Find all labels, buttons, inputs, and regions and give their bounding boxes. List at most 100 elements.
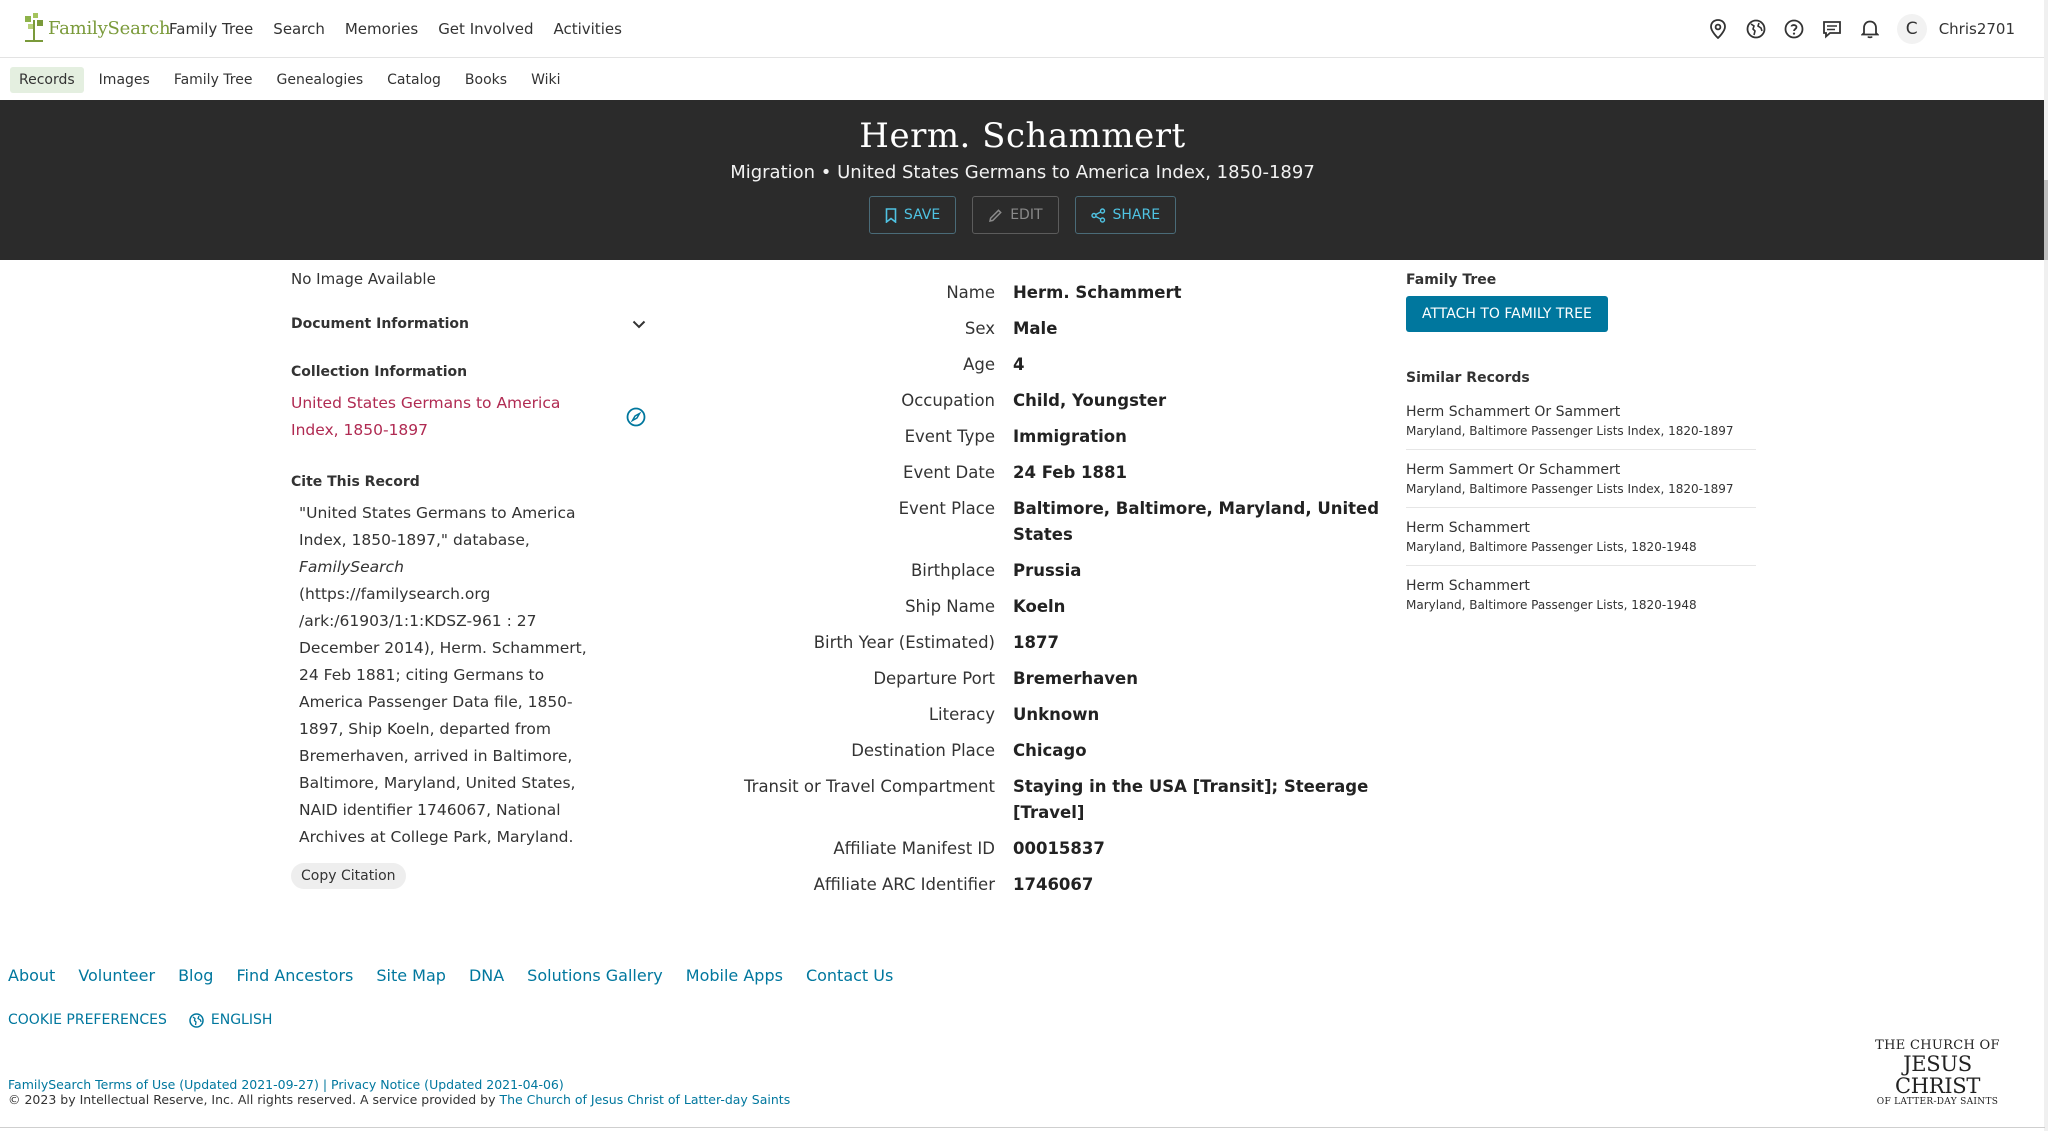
fact-row: Birth Year (Estimated) 1877 (813, 633, 1059, 652)
terms-of-use-link[interactable]: FamilySearch Terms of Use (Updated 2021-… (8, 1077, 319, 1092)
nav-search[interactable]: Search (273, 20, 325, 38)
page-scrollbar[interactable] (2044, 0, 2048, 1131)
footer-mobile-apps-link[interactable]: Mobile Apps (686, 966, 783, 985)
cookie-preferences-link[interactable]: COOKIE PREFERENCES (8, 1012, 167, 1028)
footer-site-map-link[interactable]: Site Map (376, 966, 446, 985)
legal-divider: | (322, 1077, 328, 1092)
nav-activities[interactable]: Activities (553, 20, 621, 38)
legal-links: FamilySearch Terms of Use (Updated 2021-… (8, 1077, 564, 1092)
page-title: Herm. Schammert (859, 116, 1186, 156)
compass-icon[interactable] (626, 407, 646, 427)
footer-links: About Volunteer Blog Find Ancestors Site… (8, 966, 893, 985)
top-header: FamilySearch Family Tree Search Memories… (0, 0, 2045, 58)
nav-memories[interactable]: Memories (345, 20, 418, 38)
fact-row: Literacy Unknown (928, 705, 1100, 724)
footer-contact-us-link[interactable]: Contact Us (806, 966, 893, 985)
citation-text: "United States Germans to America Index,… (299, 504, 587, 846)
footer-dna-link[interactable]: DNA (469, 966, 504, 985)
globe-icon (189, 1012, 204, 1028)
document-information-toggle[interactable]: Document Information (291, 316, 646, 332)
record-actions: SAVE EDIT SHARE (0, 196, 2045, 234)
records-subnav: Records Images Family Tree Genealogies C… (0, 59, 2045, 100)
similar-records: Similar Records Herm Schammert Or Sammer… (1406, 370, 1756, 623)
fact-row: Ship Name Koeln (905, 597, 1066, 616)
footer-solutions-gallery-link[interactable]: Solutions Gallery (527, 966, 663, 985)
similar-records-heading: Similar Records (1406, 370, 1530, 386)
edit-label: EDIT (1010, 207, 1043, 223)
record-sidebar: No Image Available Document Information … (291, 270, 646, 889)
cite-heading: Cite This Record (291, 474, 420, 490)
bell-icon[interactable] (1851, 10, 1889, 48)
record-facts: Name Herm. Schammert Sex Male Age 4 Occupat… (700, 280, 1380, 908)
edit-button[interactable]: EDIT (972, 196, 1059, 234)
similar-record-item[interactable]: Herm Sammert Or Schammert Maryland, Balt… (1406, 450, 1756, 508)
subnav-images[interactable]: Images (90, 67, 159, 93)
header-actions: C Chris2701 (1699, 0, 2015, 58)
bookmark-icon (885, 207, 897, 223)
subnav-catalog[interactable]: Catalog (378, 67, 450, 93)
share-label: SHARE (1112, 207, 1161, 223)
collection-link[interactable]: United States Germans to America Index, … (291, 390, 581, 444)
footer-blog-link[interactable]: Blog (178, 966, 213, 985)
avatar[interactable]: C (1896, 14, 1927, 44)
church-logo[interactable]: THE CHURCH OF JESUS CHRIST OF LATTER-DAY… (1870, 1038, 2005, 1107)
chat-icon[interactable] (1813, 10, 1851, 48)
footer-find-ancestors-link[interactable]: Find Ancestors (236, 966, 353, 985)
language-label: ENGLISH (210, 1012, 273, 1028)
save-button[interactable]: SAVE (868, 196, 957, 234)
fact-row: Age 4 (963, 355, 1025, 374)
subnav-records[interactable]: Records (10, 66, 84, 93)
fact-row: Event Date 24 Feb 1881 (903, 463, 1127, 482)
fact-row: Destination Place Chicago (851, 741, 1087, 760)
cite-this-record: Cite This Record "United States Germans … (291, 474, 646, 889)
fact-row: Affiliate ARC Identifier 1746067 (813, 875, 1094, 894)
brand-name: FamilySearch (48, 17, 171, 39)
no-image-text: No Image Available (291, 270, 436, 288)
footer-volunteer-link[interactable]: Volunteer (78, 966, 155, 985)
collection-information: Collection Information United States Ger… (291, 364, 646, 444)
help-icon[interactable] (1775, 10, 1813, 48)
fact-row: Occupation Child, Youngster (901, 391, 1167, 410)
footer-about-link[interactable]: About (8, 966, 55, 985)
subnav-family-tree[interactable]: Family Tree (165, 67, 262, 93)
similar-record-item[interactable]: Herm Schammert Maryland, Baltimore Passe… (1406, 508, 1756, 566)
collection-information-heading: Collection Information (291, 364, 468, 380)
location-pin-icon[interactable] (1699, 10, 1737, 48)
church-link[interactable]: The Church of Jesus Christ of Latter-day… (499, 1092, 790, 1107)
fact-row: Name Herm. Schammert (946, 283, 1182, 302)
fact-row: Transit or Travel Compartment Staying in … (744, 777, 1369, 822)
family-tree-heading: Family Tree (1406, 272, 1497, 288)
fact-row: Affiliate Manifest ID 00015837 (833, 839, 1105, 858)
bottom-divider (0, 1127, 2045, 1128)
copyright-text: © 2023 by Intellectual Reserve, Inc. All… (8, 1092, 791, 1107)
share-icon (1090, 207, 1105, 223)
similar-record-item[interactable]: Herm Schammert Or Sammert Maryland, Balt… (1406, 392, 1756, 450)
save-label: SAVE (903, 207, 941, 223)
globe-icon[interactable] (1737, 10, 1775, 48)
username[interactable]: Chris2701 (1939, 20, 2015, 38)
copy-citation-button[interactable]: Copy Citation (291, 863, 406, 889)
record-right-panel: Family Tree ATTACH TO FAMILY TREE Simila… (1406, 272, 1756, 623)
scrollbar-thumb[interactable] (2044, 180, 2048, 260)
fact-row: Event Type Immigration (904, 427, 1127, 446)
fact-row: Event Place Baltimore, Baltimore, Marylan… (898, 499, 1380, 544)
attach-to-family-tree-button[interactable]: ATTACH TO FAMILY TREE (1406, 296, 1608, 332)
share-button[interactable]: SHARE (1074, 196, 1177, 234)
record-hero: Herm. Schammert Migration • United State… (0, 100, 2045, 260)
privacy-notice-link[interactable]: Privacy Notice (Updated 2021-04-06) (331, 1077, 564, 1092)
tree-logo-icon (22, 12, 46, 44)
record-subtitle: Migration • United States Germans to Ame… (730, 162, 1315, 183)
main-nav: Family Tree Search Memories Get Involved… (169, 0, 642, 58)
chevron-down-icon (632, 320, 646, 328)
language-selector[interactable]: ENGLISH (189, 1012, 273, 1028)
subnav-wiki[interactable]: Wiki (522, 67, 569, 93)
similar-record-item[interactable]: Herm Schammert Maryland, Baltimore Passe… (1406, 566, 1756, 623)
fact-row: Departure Port Bremerhaven (873, 669, 1138, 688)
subnav-books[interactable]: Books (456, 67, 516, 93)
subnav-genealogies[interactable]: Genealogies (267, 67, 372, 93)
familysearch-logo[interactable]: FamilySearch (22, 10, 171, 46)
fact-row: Sex Male (964, 319, 1058, 338)
document-information-heading: Document Information (291, 316, 470, 332)
nav-family-tree[interactable]: Family Tree (169, 20, 253, 38)
nav-get-involved[interactable]: Get Involved (438, 20, 533, 38)
